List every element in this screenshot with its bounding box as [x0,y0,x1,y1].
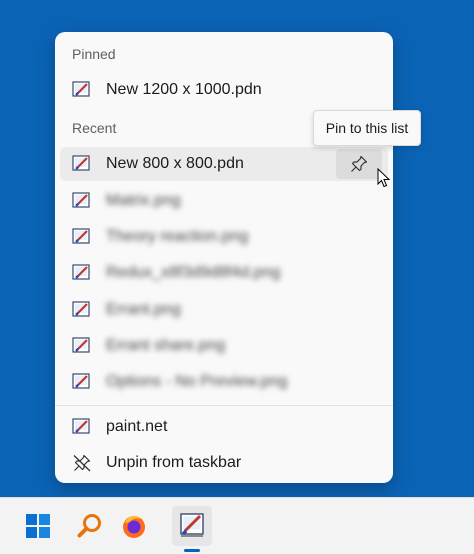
firefox-button[interactable] [114,506,154,546]
paintnet-document-icon [72,264,90,280]
recent-item-label: Matrix.png [106,192,181,209]
paintnet-document-icon [72,373,90,389]
pinned-item[interactable]: New 1200 x 1000.pdn [60,73,388,107]
recent-item[interactable]: Options - No Preview.png [60,365,388,399]
menu-divider [55,405,393,406]
recent-item-label: Errant share.png [106,337,226,354]
paintnet-app-icon [180,513,204,537]
paintnet-document-icon [72,337,90,353]
recent-item-label: Options - No Preview.png [106,373,288,390]
paintnet-document-icon [72,155,90,171]
recent-item-label: New 800 x 800.pdn [106,155,244,172]
pinned-section-label: Pinned [72,46,116,62]
paintnet-taskbar-button[interactable] [172,506,212,546]
taskbar [0,497,474,554]
start-button[interactable] [18,506,58,546]
firefox-icon [123,516,145,538]
active-app-indicator [184,549,200,552]
paintnet-document-icon [72,192,90,208]
recent-item[interactable]: Matrix.png [60,184,388,218]
unpin-icon [73,454,91,472]
task-unpin-taskbar[interactable]: Unpin from taskbar [60,446,388,480]
paintnet-document-icon [72,228,90,244]
pinned-item-label: New 1200 x 1000.pdn [106,81,262,98]
pin-tooltip: Pin to this list [313,110,421,146]
paintnet-document-icon [72,301,90,317]
pin-icon [351,155,368,172]
windows-start-icon [26,514,50,538]
jump-list-menu: Pinned New 1200 x 1000.pdn Recent New 80… [55,32,393,483]
pin-to-list-button[interactable] [336,149,382,179]
search-button[interactable] [70,506,110,546]
recent-section-label: Recent [72,120,117,136]
paintnet-app-icon [72,418,90,434]
mouse-cursor-icon [377,168,391,188]
recent-item[interactable]: Theory reaction.png [60,220,388,254]
task-label: Unpin from taskbar [106,454,242,471]
task-label: paint.net [106,418,168,435]
recent-item[interactable]: Errant.png [60,293,388,327]
paintnet-document-icon [72,81,90,97]
task-open-app[interactable]: paint.net [60,410,388,444]
recent-item-label: Theory reaction.png [106,228,249,245]
recent-item[interactable]: Errant share.png [60,329,388,363]
recent-item[interactable]: Redux_x8f3d9d8f4d.png [60,256,388,290]
search-icon [77,514,101,538]
recent-item[interactable]: New 800 x 800.pdn [60,147,388,181]
recent-item-label: Redux_x8f3d9d8f4d.png [106,264,281,281]
recent-item-label: Errant.png [106,301,181,318]
